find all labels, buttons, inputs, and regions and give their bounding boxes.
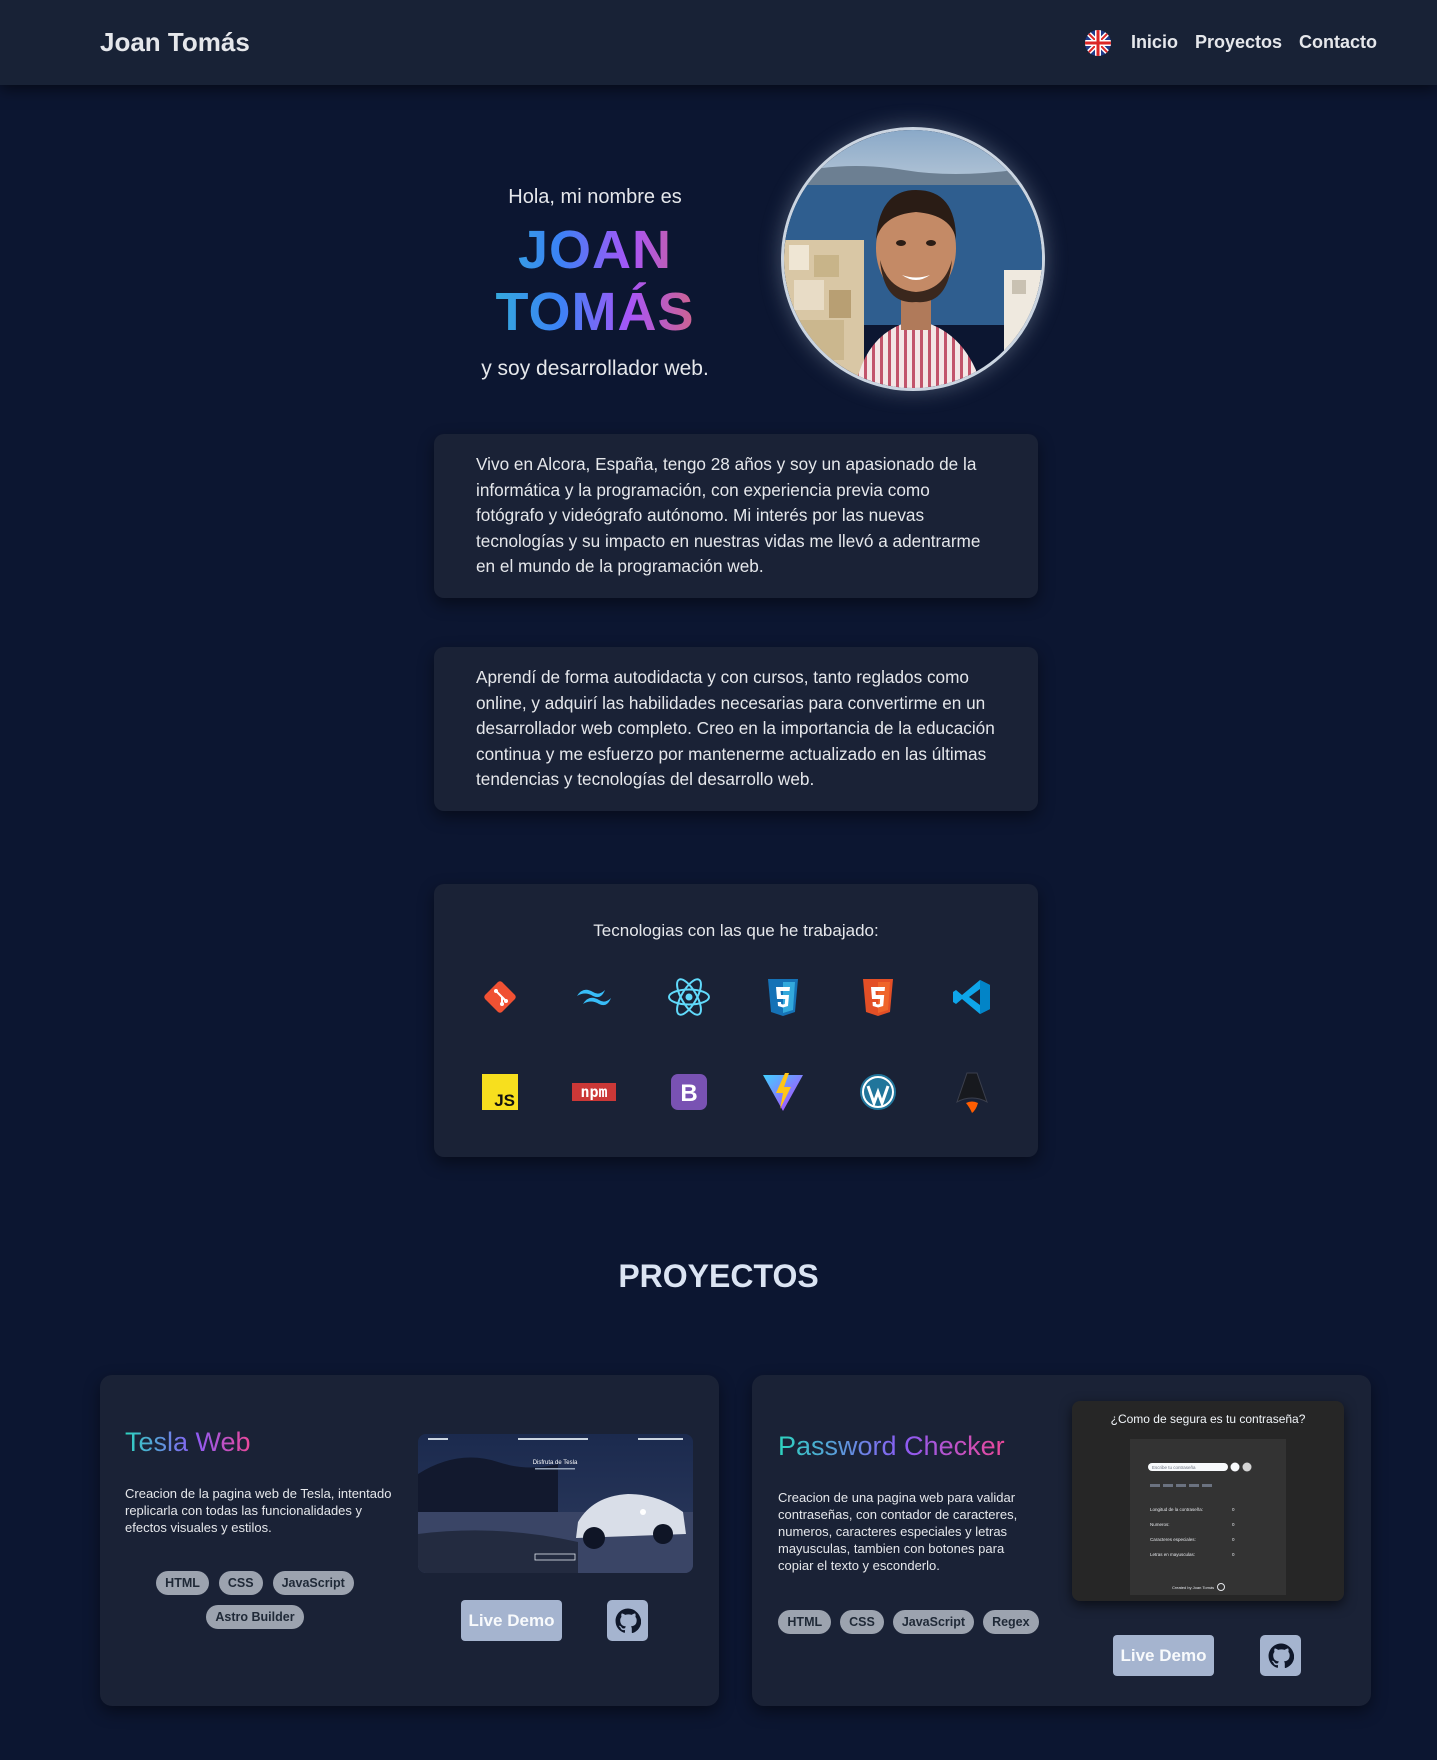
project-title[interactable]: Tesla Web: [125, 1427, 251, 1458]
live-demo-button[interactable]: Live Demo: [1113, 1635, 1214, 1676]
project-tags: HTML CSS JavaScript Regex: [776, 1610, 1041, 1634]
screenshot-row-label: Letras en mayusculas:: [1150, 1552, 1195, 1557]
hero-greeting: Hola, mi nombre es: [508, 186, 682, 208]
screenshot-row-label: Numeros:: [1150, 1522, 1170, 1527]
git-icon: [477, 974, 523, 1020]
avatar: [781, 127, 1045, 391]
navbar: Joan Tomás Inicio Proyectos Contacto: [0, 0, 1437, 85]
tag-regex: Regex: [983, 1610, 1039, 1634]
profile-photo: [784, 130, 1042, 388]
github-icon: [1268, 1643, 1294, 1668]
project-title[interactable]: Password Checker: [778, 1431, 1005, 1462]
hero-intro: Hola, mi nombre es JOAN TOMÁS y soy desa…: [420, 186, 770, 381]
tag-css: CSS: [218, 1571, 263, 1595]
screenshot-row-label: Caracteres especiales:: [1150, 1537, 1196, 1542]
brand-logo[interactable]: Joan Tomás: [100, 27, 250, 58]
nav-link-proyectos[interactable]: Proyectos: [1195, 32, 1282, 53]
npm-label: npm: [581, 1083, 608, 1101]
technologies-title: Tecnologias con las que he trabajado:: [593, 921, 879, 940]
tag-css: CSS: [840, 1610, 884, 1634]
bootstrap-icon: B: [666, 1069, 712, 1115]
screenshot-heading: Disfruta de Tesla: [533, 1460, 578, 1466]
hero-tagline: y soy desarrollador web.: [481, 357, 709, 380]
github-icon: [615, 1608, 641, 1633]
css3-icon: [760, 974, 806, 1020]
react-icon: [666, 974, 712, 1020]
github-button[interactable]: [1260, 1635, 1301, 1676]
project-card-tesla: Tesla Web Creacion de la pagina web de T…: [100, 1375, 719, 1706]
project-screenshot[interactable]: ¿Como de segura es tu contraseña? Escrib…: [1072, 1401, 1344, 1601]
project-screenshot[interactable]: Disfruta de Tesla: [418, 1434, 693, 1573]
tag-astro-builder: Astro Builder: [206, 1605, 304, 1629]
nav-link-inicio[interactable]: Inicio: [1131, 32, 1178, 53]
tag-html: HTML: [778, 1610, 832, 1634]
live-demo-button[interactable]: Live Demo: [461, 1600, 562, 1641]
wordpress-icon: [855, 1069, 901, 1115]
uk-flag-icon[interactable]: [1084, 29, 1111, 56]
tag-html: HTML: [156, 1571, 209, 1595]
technologies-card: Tecnologias con las que he trabajado: JS…: [434, 884, 1038, 1157]
tag-javascript: JavaScript: [892, 1610, 975, 1634]
hero-name: JOAN TOMÁS: [420, 219, 770, 343]
astro-icon: [949, 1069, 995, 1115]
vscode-icon: [949, 974, 995, 1020]
javascript-icon: JS: [477, 1069, 523, 1115]
screenshot-heading: ¿Como de segura es tu contraseña?: [1111, 1412, 1306, 1426]
about-card-2: Aprendí de forma autodidacta y con curso…: [434, 647, 1038, 811]
about-paragraph: Aprendí de forma autodidacta y con curso…: [476, 667, 995, 789]
tag-javascript: JavaScript: [272, 1571, 354, 1595]
nav-link-contacto[interactable]: Contacto: [1299, 32, 1377, 53]
bootstrap-label: B: [680, 1080, 697, 1107]
html5-icon: [855, 974, 901, 1020]
project-description: Creacion de la pagina web de Tesla, inte…: [125, 1486, 392, 1535]
github-button[interactable]: [607, 1600, 648, 1641]
project-description: Creacion de una pagina web para validar …: [778, 1490, 1018, 1573]
projects-section-title: PROYECTOS: [618, 1258, 819, 1294]
screenshot-input: Escribe tu contraseña: [1152, 1465, 1196, 1470]
screenshot-row-label: Longitud de la contraseña:: [1150, 1507, 1203, 1512]
about-card-1: Vivo en Alcora, España, tengo 28 años y …: [434, 434, 1038, 598]
technologies-grid: JS npm B: [464, 974, 1008, 1115]
project-card-password-checker: Password Checker Creacion de una pagina …: [752, 1375, 1371, 1706]
vite-icon: [760, 1069, 806, 1115]
tailwind-icon: [571, 974, 617, 1020]
project-tags: HTML CSS JavaScript Astro Builder: [140, 1571, 370, 1629]
npm-icon: npm: [571, 1069, 617, 1115]
about-paragraph: Vivo en Alcora, España, tengo 28 años y …: [476, 454, 981, 576]
js-label: JS: [494, 1091, 515, 1110]
nav-links: Inicio Proyectos Contacto: [1084, 29, 1377, 56]
screenshot-footer: Created by Joan Tomás: [1172, 1585, 1214, 1590]
